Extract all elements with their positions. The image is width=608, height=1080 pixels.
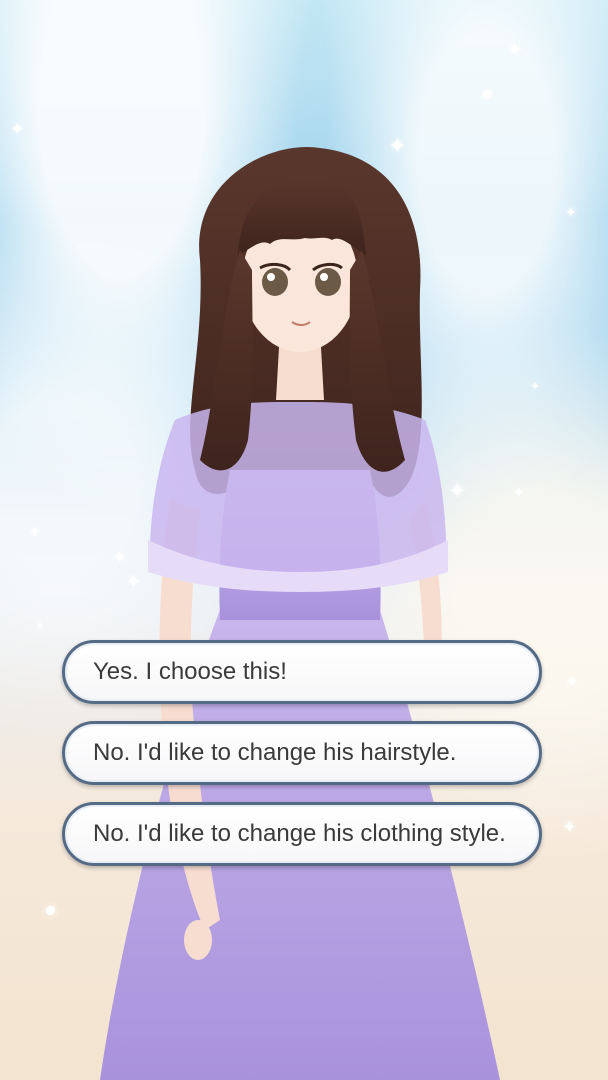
sparkle-dot: [46, 906, 55, 915]
sparkle-icon: ✦: [562, 817, 578, 837]
sparkle-icon: ✦: [10, 119, 26, 139]
choice-label: No. I'd like to change his hairstyle.: [93, 739, 457, 766]
choice-button-yes[interactable]: Yes. I choose this!: [62, 640, 542, 704]
sparkle-icon: ✦: [565, 674, 579, 691]
sparkle-icon: ✦: [28, 524, 42, 541]
sparkle-icon: ✦: [565, 204, 577, 220]
choice-label: No. I'd like to change his clothing styl…: [93, 820, 506, 847]
choice-button-change-hairstyle[interactable]: No. I'd like to change his hairstyle.: [62, 721, 542, 785]
anime-girl-in-lavender-dress: [100, 146, 500, 1080]
sparkle-dot: [483, 90, 492, 99]
choice-list: Yes. I choose this! No. I'd like to chan…: [62, 640, 542, 883]
sparkle-icon: ✦: [507, 39, 523, 59]
sparkle-icon: ✦: [35, 619, 46, 633]
choice-button-change-clothing[interactable]: No. I'd like to change his clothing styl…: [62, 802, 542, 866]
choice-label: Yes. I choose this!: [93, 658, 287, 685]
